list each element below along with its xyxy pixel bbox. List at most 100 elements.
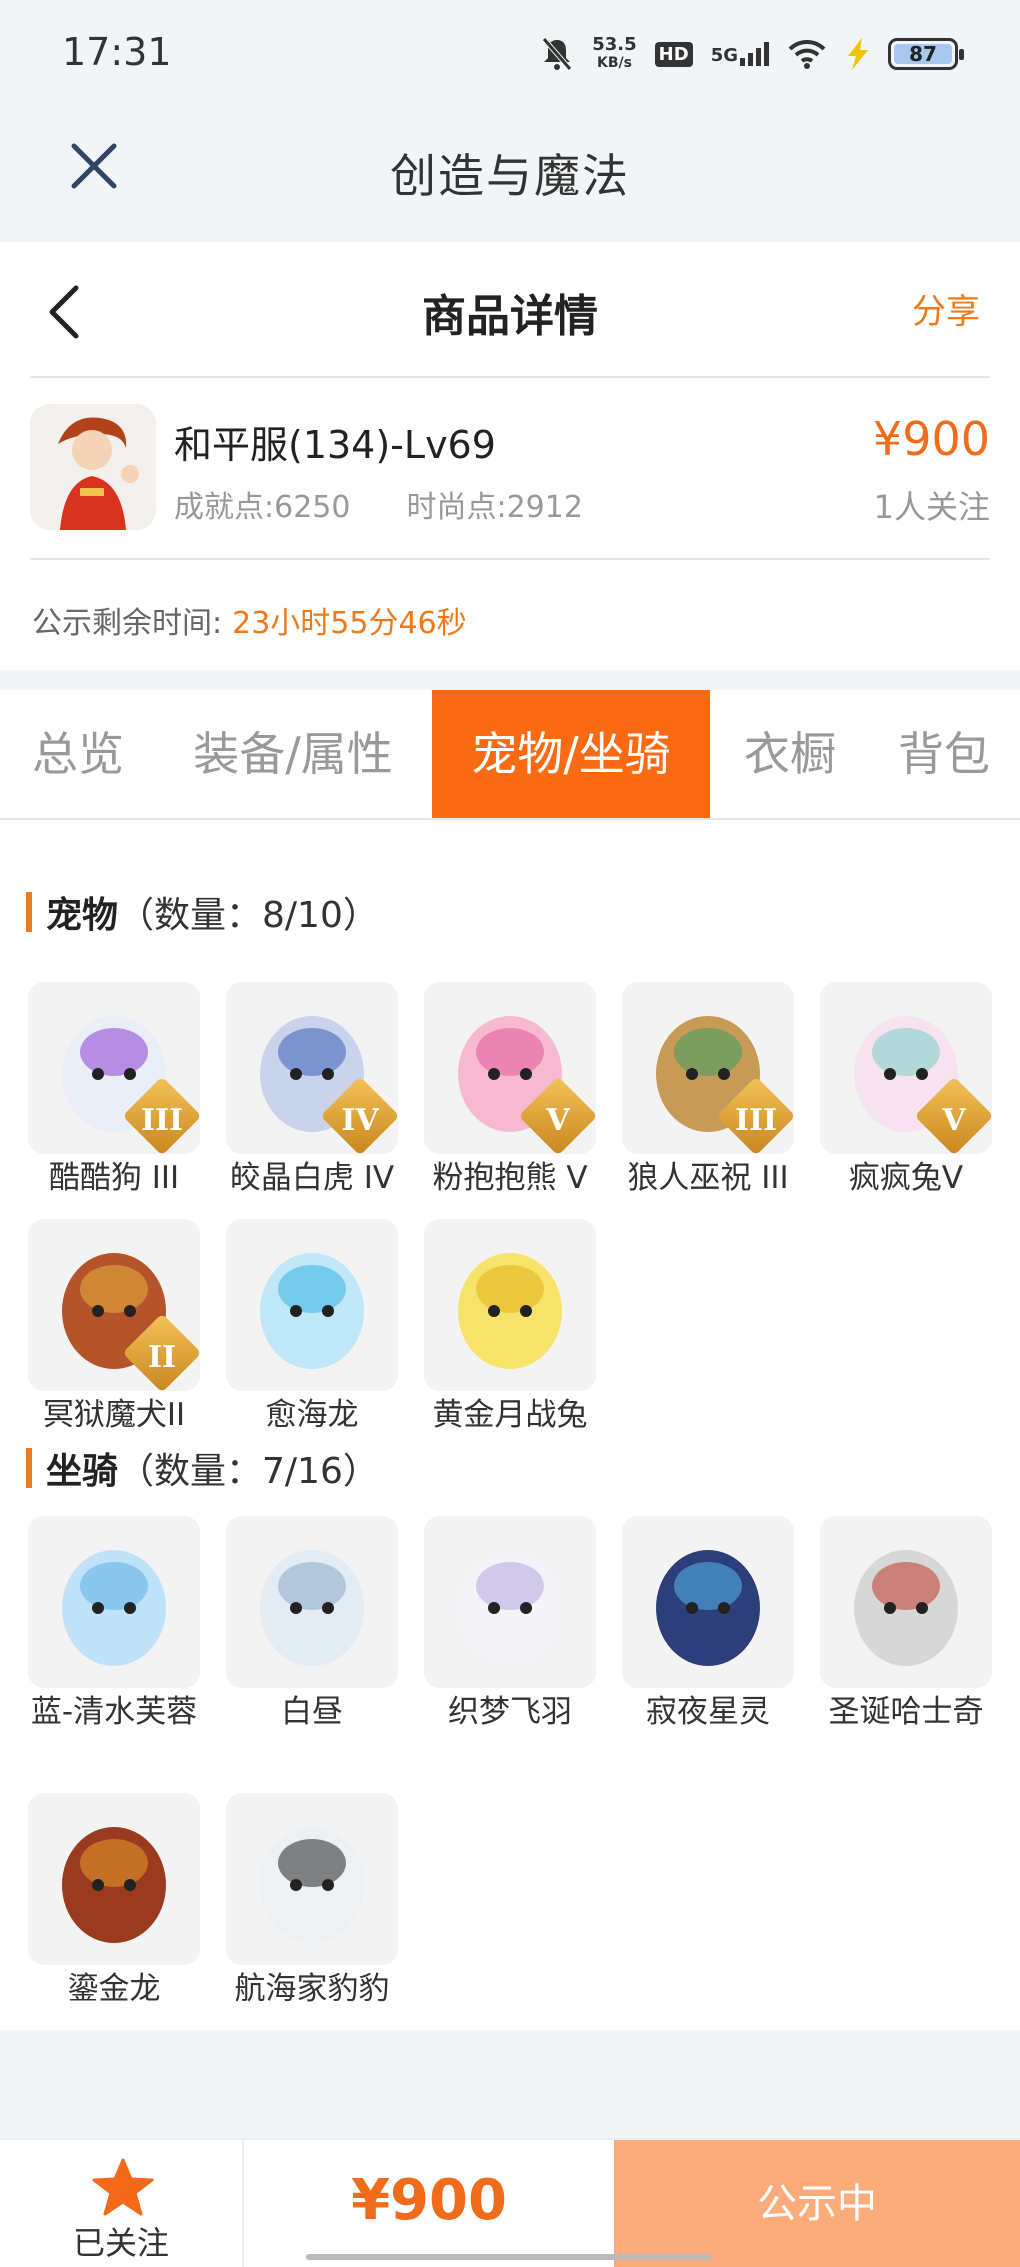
mount-thumbnail [622,1516,794,1688]
pet-thumbnail: V [424,982,596,1154]
product-name: 和平服(134)-Lv69 [174,423,496,467]
mounts-title: 坐骑 [46,1451,119,1492]
character-avatar [30,404,156,530]
mute-bell-icon [542,37,573,71]
pet-thumbnail: IV [226,982,398,1154]
mount-item[interactable]: 圣诞哈士奇 [818,1516,994,1732]
pet-name: 疯疯兔V [848,1160,964,1196]
product-summary: 和平服(134)-Lv69 成就点:6250 时尚点:2912 ¥900 1人关注 [30,378,990,560]
pet-thumbnail: III [28,982,200,1154]
rank-badge-label: III [140,1103,184,1138]
pet-name: 粉抱抱熊 V [432,1160,588,1196]
hd-icon: HD [654,41,693,67]
page-title: 商品详情 [422,291,598,342]
speed-unit: KB/s [596,55,632,71]
mount-name: 蓝-清水芙蓉 [30,1694,198,1730]
pet-item[interactable]: 愈海龙 [224,1219,400,1435]
mount-name: 鎏金龙 [67,1971,161,2007]
publicity-timer: 公示剩余时间: 23小时55分46秒 [0,560,1020,670]
tab-equipment[interactable]: 装备/属性 [166,690,420,818]
follower-count: 1人关注 [873,488,990,526]
pet-name: 酷酷狗 III [48,1160,180,1196]
achievement-points: 成就点:6250 [174,490,351,525]
bottom-bar: 已关注 ¥900 公示中 [0,2138,1020,2267]
speed-value: 53.5 [592,34,637,55]
mounts-section-title: 坐骑（数量：7/16） [26,1442,379,1494]
mount-thumbnail [820,1516,992,1688]
pet-thumbnail [226,1219,398,1391]
rank-badge-label: V [546,1103,570,1138]
star-icon [92,2158,154,2216]
page-nav: 商品详情 分享 [30,242,990,378]
mount-name: 寂夜星灵 [646,1694,770,1730]
product-stats: 成就点:6250 时尚点:2912 [174,482,583,526]
pet-item[interactable]: V 粉抱抱熊 V [422,982,598,1198]
timer-value: 23小时55分46秒 [232,606,467,641]
timer-label: 公示剩余时间: [32,606,223,641]
battery-level: 87 [909,42,937,66]
pet-item[interactable]: V 疯疯兔V [818,982,994,1198]
pet-item[interactable]: III 酷酷狗 III [26,982,202,1198]
network-speed: 53.5 KB/s [592,35,636,73]
rank-badge-label: V [942,1103,966,1138]
mount-thumbnail [424,1516,596,1688]
mount-thumbnail [28,1516,200,1688]
pets-section: 宠物（数量：8/10） III 酷酷狗 III IV 皎晶白虎 IV V 粉抱抱熊 V II… [0,820,1020,1435]
pets-title: 宠物 [46,895,119,936]
charging-icon [848,38,868,70]
tab-bar: 总览 装备/属性 宠物/坐骑 衣橱 背包 [0,690,1020,820]
rank-badge-label: IV [341,1103,379,1138]
pet-thumbnail: III [622,982,794,1154]
mount-thumbnail [226,1793,398,1965]
battery-icon: 87 [888,38,964,70]
status-bar: 17:31 53.5 KB/s HD 5G 87 [0,0,1020,110]
wifi-icon [788,39,826,69]
status-icons: 53.5 KB/s HD 5G 87 [540,30,964,78]
mount-item[interactable]: 白昼 [224,1516,400,1732]
pet-item[interactable]: II 冥狱魔犬II [26,1219,202,1435]
pet-thumbnail: II [28,1219,200,1391]
mount-name: 航海家豹豹 [234,1971,390,2007]
publicity-status-button[interactable]: 公示中 [614,2140,1020,2267]
tab-overview[interactable]: 总览 [0,690,156,818]
mount-name: 白昼 [281,1694,343,1730]
app-title: 创造与魔法 [390,149,630,203]
mount-item[interactable]: 寂夜星灵 [620,1516,796,1732]
pet-name: 狼人巫祝 III [627,1160,789,1196]
tab-pets-mounts[interactable]: 宠物/坐骑 [432,690,710,818]
tab-wardrobe[interactable]: 衣橱 [720,690,860,818]
home-indicator [306,2254,712,2260]
mount-item[interactable]: 织梦飞羽 [422,1516,598,1732]
product-price: ¥900 [872,412,990,466]
mount-item[interactable]: 航海家豹豹 [224,1793,400,2009]
pet-name: 黄金月战兔 [432,1397,588,1433]
network-type: 5G [710,45,738,66]
app-header: 创造与魔法 [0,110,1020,242]
mounts-section: 坐骑（数量：7/16） 蓝-清水芙蓉 白昼 织梦飞羽 寂夜星灵 圣诞哈士奇鎏金龙 航海家豹… [0,1432,1020,2030]
pet-name: 冥狱魔犬II [42,1397,186,1433]
mount-item[interactable]: 蓝-清水芙蓉 [26,1516,202,1732]
pet-name: 愈海龙 [265,1397,359,1433]
mount-item[interactable]: 鎏金龙 [26,1793,202,2009]
pets-section-title: 宠物（数量：8/10） [26,886,379,938]
rank-badge-label: II [147,1340,177,1375]
share-button[interactable]: 分享 [912,284,980,333]
pet-item[interactable]: 黄金月战兔 [422,1219,598,1435]
tab-backpack[interactable]: 背包 [872,690,1016,818]
follow-label: 已关注 [72,2224,169,2262]
mounts-count: （数量：7/16） [118,1451,379,1492]
mount-thumbnail [226,1516,398,1688]
mount-name: 圣诞哈士奇 [828,1694,984,1730]
pet-thumbnail [424,1219,596,1391]
signal-icon: 5G [711,42,770,66]
status-time: 17:31 [62,30,172,74]
pet-name: 皎晶白虎 IV [229,1160,395,1196]
mount-thumbnail [28,1793,200,1965]
mount-name: 织梦飞羽 [448,1694,572,1730]
pet-item[interactable]: III 狼人巫祝 III [620,982,796,1198]
pet-item[interactable]: IV 皎晶白虎 IV [224,982,400,1198]
rank-badge-label: III [734,1103,778,1138]
follow-button[interactable]: 已关注 [0,2140,244,2267]
fashion-points: 时尚点:2912 [406,490,583,525]
pet-thumbnail: V [820,982,992,1154]
